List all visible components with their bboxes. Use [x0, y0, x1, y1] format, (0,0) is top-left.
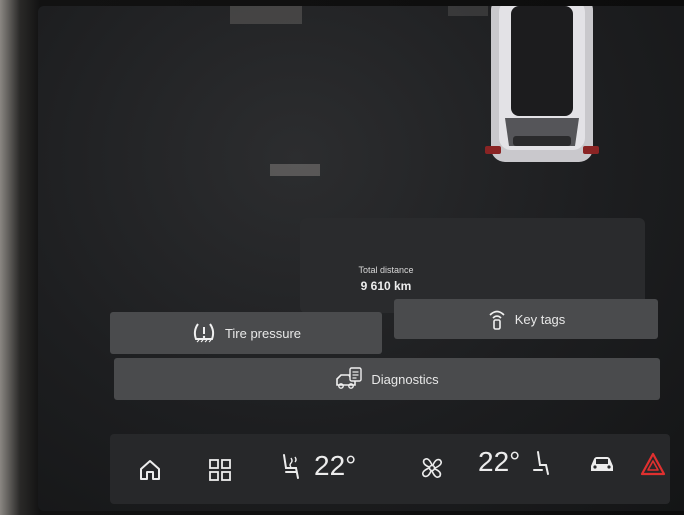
home-button[interactable] [138, 458, 162, 487]
diagnostics-icon [335, 367, 363, 391]
driver-temperature[interactable]: 22° [314, 450, 356, 482]
driver-seat-heat-button[interactable] [278, 452, 304, 487]
car-overview-image[interactable] [483, 6, 601, 166]
glare-reflection [270, 164, 320, 176]
infotainment-screen: Total distance 9 610 km Tire pressure Ke… [38, 6, 684, 511]
diagnostics-button[interactable]: Diagnostics [114, 358, 660, 400]
glare-reflection [230, 6, 302, 24]
heated-seat-icon [278, 452, 304, 487]
fan-icon [418, 454, 446, 487]
key-tag-icon [487, 308, 507, 330]
diagnostics-label: Diagnostics [371, 371, 439, 387]
car-button[interactable] [588, 454, 616, 479]
total-distance-label: Total distance [358, 265, 414, 275]
bottom-bar: 22° 22° [110, 434, 670, 504]
apps-button[interactable] [208, 458, 232, 487]
tire-pressure-button[interactable]: Tire pressure [110, 312, 382, 354]
fan-button[interactable] [418, 454, 446, 487]
hazard-icon [640, 452, 666, 481]
tire-pressure-icon [191, 321, 217, 345]
home-icon [138, 458, 162, 487]
passenger-temperature[interactable]: 22° [478, 446, 520, 478]
hazard-button[interactable] [640, 452, 666, 481]
seat-icon [530, 450, 552, 483]
tire-pressure-label: Tire pressure [224, 325, 302, 341]
passenger-seat-button[interactable] [530, 450, 552, 483]
car-icon [588, 454, 616, 479]
key-tags-label: Key tags [514, 311, 566, 327]
key-tags-button[interactable]: Key tags [394, 299, 658, 339]
total-distance-value: 9 610 km [360, 279, 412, 293]
glare-reflection [448, 6, 488, 16]
apps-grid-icon [208, 458, 232, 487]
